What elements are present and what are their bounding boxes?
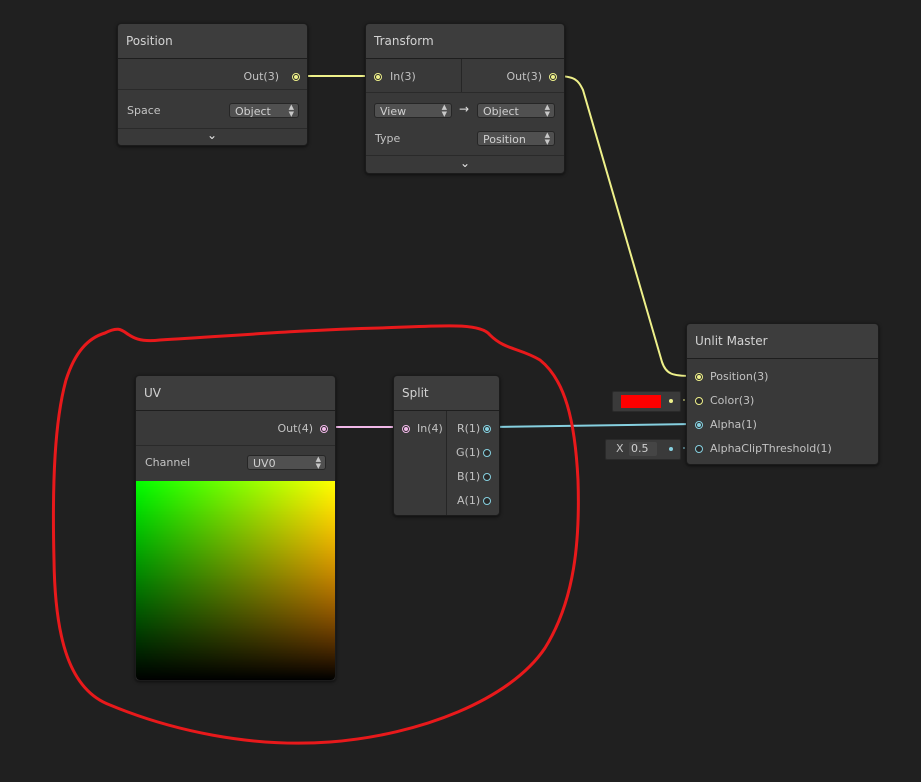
chevron-down-icon[interactable]: ⌄ [202,128,222,142]
transform-out-port[interactable] [549,73,557,81]
alpha-clip-axis-label: X [616,442,624,455]
type-dropdown[interactable]: Position ▲ ▼ [477,131,555,146]
color-input-box[interactable] [612,391,681,412]
split-node-title[interactable]: Split [394,376,499,411]
transform-in-port[interactable] [374,73,382,81]
master-position-label: Position(3) [710,370,769,383]
transform-out-port-label: Out(3) [506,70,542,83]
uv-out-port-label: Out(4) [277,422,313,435]
color-swatch[interactable] [621,395,661,408]
right-arrow-icon: → [459,102,470,116]
split-out-b-label: B(1) [457,470,481,483]
uv-node-title[interactable]: UV [136,376,335,411]
position-node[interactable]: Position Out(3) Space Object ▲ ▼ ⌄ [117,23,308,146]
updown-arrows-icon: ▲ ▼ [544,130,550,146]
wire-transform-to-master-position [555,75,693,377]
channel-dropdown-value: UV0 [253,457,276,470]
split-out-g-port[interactable] [483,449,491,457]
transform-from-value: View [380,105,407,118]
chevron-down-icon[interactable]: ⌄ [455,156,475,170]
wire-split-r-to-master-alpha [490,423,695,428]
transform-to-dropdown[interactable]: Object ▲ ▼ [477,103,555,118]
split-out-g-label: G(1) [456,446,481,459]
split-out-r-port[interactable] [483,425,491,433]
channel-label: Channel [145,456,191,469]
master-alpha-clip-port[interactable] [695,445,703,453]
split-in-port-label: In(4) [417,422,443,435]
transform-in-port-label: In(3) [390,70,416,83]
space-label: Space [127,104,161,117]
split-out-b-port[interactable] [483,473,491,481]
position-node-title[interactable]: Position [118,24,307,59]
alpha-clip-value-field[interactable]: 0.5 [629,442,657,456]
master-color-port[interactable] [695,397,703,405]
master-alpha-clip-label: AlphaClipThreshold(1) [710,442,832,455]
channel-dropdown[interactable]: UV0 ▲ ▼ [247,455,326,470]
master-position-port[interactable] [695,373,703,381]
position-out-port[interactable] [292,73,300,81]
space-dropdown-value: Object [235,105,271,118]
split-node[interactable]: Split In(4) R(1) G(1) B(1) A(1) [393,375,500,516]
split-out-r-label: R(1) [457,422,481,435]
uv-node[interactable]: UV Out(4) Channel UV0 ▲ ▼ [135,375,336,681]
space-dropdown[interactable]: Object ▲ ▼ [229,103,299,118]
transform-node[interactable]: Transform In(3) Out(3) View ▲ ▼ → Object … [365,23,565,174]
alpha-clip-input-box[interactable]: X 0.5 [605,439,681,460]
updown-arrows-icon: ▲ ▼ [544,102,550,118]
transform-from-dropdown[interactable]: View ▲ ▼ [374,103,452,118]
updown-arrows-icon: ▲ ▼ [441,102,447,118]
split-in-port[interactable] [402,425,410,433]
updown-arrows-icon: ▲ ▼ [315,454,321,470]
updown-arrows-icon: ▲ ▼ [288,102,294,118]
uv-out-port[interactable] [320,425,328,433]
master-color-label: Color(3) [710,394,755,407]
split-out-a-label: A(1) [457,494,481,507]
alpha-clip-value: 0.5 [631,442,649,455]
position-out-port-label: Out(3) [243,70,279,83]
uv-preview-image [136,481,335,680]
unlit-master-node[interactable]: Unlit Master Position(3) Color(3) Alpha(… [686,323,879,465]
master-alpha-label: Alpha(1) [710,418,757,431]
type-dropdown-value: Position [483,133,526,146]
unlit-master-title[interactable]: Unlit Master [687,324,878,359]
type-label: Type [375,132,401,145]
split-out-a-port[interactable] [483,497,491,505]
transform-node-title[interactable]: Transform [366,24,564,59]
master-alpha-port[interactable] [695,421,703,429]
transform-to-value: Object [483,105,519,118]
